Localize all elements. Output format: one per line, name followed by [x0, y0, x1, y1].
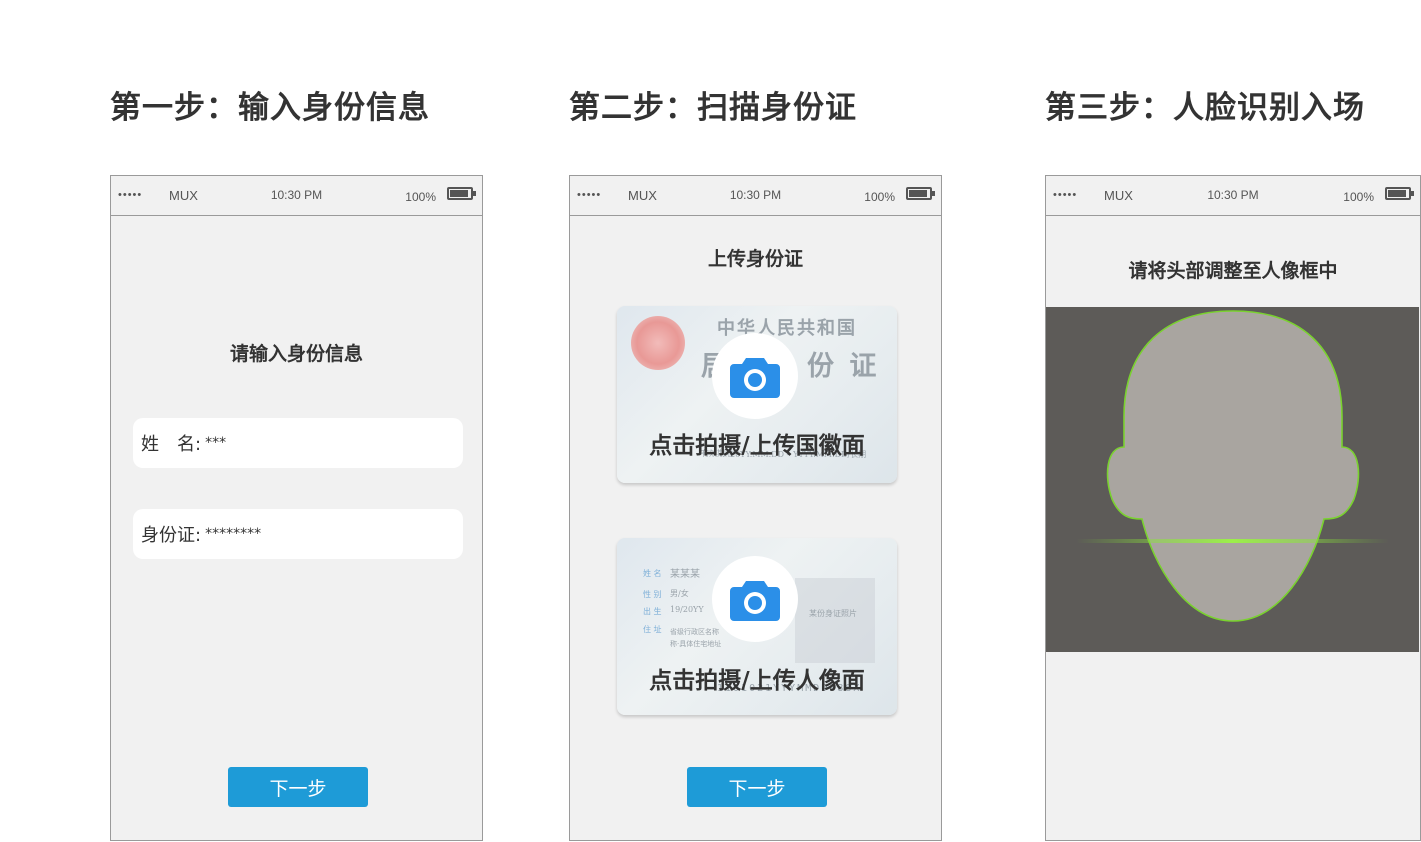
battery-icon — [906, 187, 935, 200]
id-label: 身份证: — [141, 525, 202, 546]
gender-value: 男/女 — [670, 589, 689, 598]
camera-button[interactable] — [712, 556, 798, 642]
id-card-portrait-side[interactable]: 姓 名 某某某 性 别 男/女 出 生 19/20YY 住 址 省级行政区名称 … — [617, 538, 897, 715]
step-1-title: 第一步：输入身份信息 — [110, 90, 430, 126]
face-scan-viewport — [1046, 307, 1419, 652]
name-label: 姓 名 — [643, 569, 662, 578]
name-value: *** — [205, 435, 227, 451]
address-label: 住 址 — [643, 625, 662, 634]
step-3-title: 第三步：人脸识别入场 — [1045, 90, 1365, 126]
id-value: ******** — [205, 526, 262, 542]
id-number-field[interactable]: 身份证: ******** — [133, 509, 463, 559]
next-button[interactable]: 下一步 — [228, 767, 368, 807]
photo-placeholder: 某份身证照片 — [795, 578, 875, 663]
name-label: 姓 名: — [141, 434, 202, 455]
camera-icon — [730, 581, 780, 621]
phone-step-3: ••••• MUX 10:30 PM 100% 请将头部调整至人像框中 — [1045, 175, 1421, 841]
status-bar: ••••• MUX 10:30 PM 100% — [1046, 176, 1420, 216]
screen-heading: 上传身份证 — [707, 248, 803, 270]
address-line-2: 称·具体住宅地址 — [670, 640, 722, 648]
name-value: 某某某 — [670, 569, 700, 580]
phone-step-2: ••••• MUX 10:30 PM 100% 上传身份证 中华人民共和国 居 … — [569, 175, 942, 841]
step-2-title: 第二步：扫描身份证 — [569, 90, 857, 126]
battery-icon — [1385, 187, 1414, 200]
upload-emblem-caption: 点击拍摄/上传国徽面 — [649, 433, 865, 459]
next-button[interactable]: 下一步 — [687, 767, 827, 807]
phone-step-1: ••••• MUX 10:30 PM 100% 请输入身份信息 姓 名: ***… — [110, 175, 483, 841]
battery-percent: 100% — [405, 190, 436, 204]
camera-icon — [730, 358, 780, 398]
screen-heading: 请输入身份信息 — [229, 343, 363, 365]
battery-percent: 100% — [1343, 190, 1374, 204]
status-bar: ••••• MUX 10:30 PM 100% — [570, 176, 941, 216]
gender-label: 性 别 — [643, 590, 662, 599]
battery-icon — [447, 187, 476, 200]
card-title-right: 份 证 — [807, 351, 880, 382]
national-emblem-icon — [631, 316, 685, 370]
birth-value: 19/20YY — [670, 605, 704, 614]
address-line-1: 省级行政区名称 — [670, 628, 719, 636]
face-outline-icon — [1076, 310, 1389, 622]
upload-portrait-caption: 点击拍摄/上传人像面 — [649, 668, 865, 694]
screen-heading: 请将头部调整至人像框中 — [1128, 260, 1338, 282]
photo-label: 某份身证照片 — [809, 609, 857, 618]
status-bar: ••••• MUX 10:30 PM 100% — [111, 176, 482, 216]
id-card-emblem-side[interactable]: 中华人民共和国 居 份 证 有效期限 20YY.MM.DD – YYYY.MM.… — [617, 306, 897, 483]
name-field[interactable]: 姓 名: *** — [133, 418, 463, 468]
camera-button[interactable] — [712, 333, 798, 419]
battery-percent: 100% — [864, 190, 895, 204]
birth-label: 出 生 — [643, 607, 662, 616]
